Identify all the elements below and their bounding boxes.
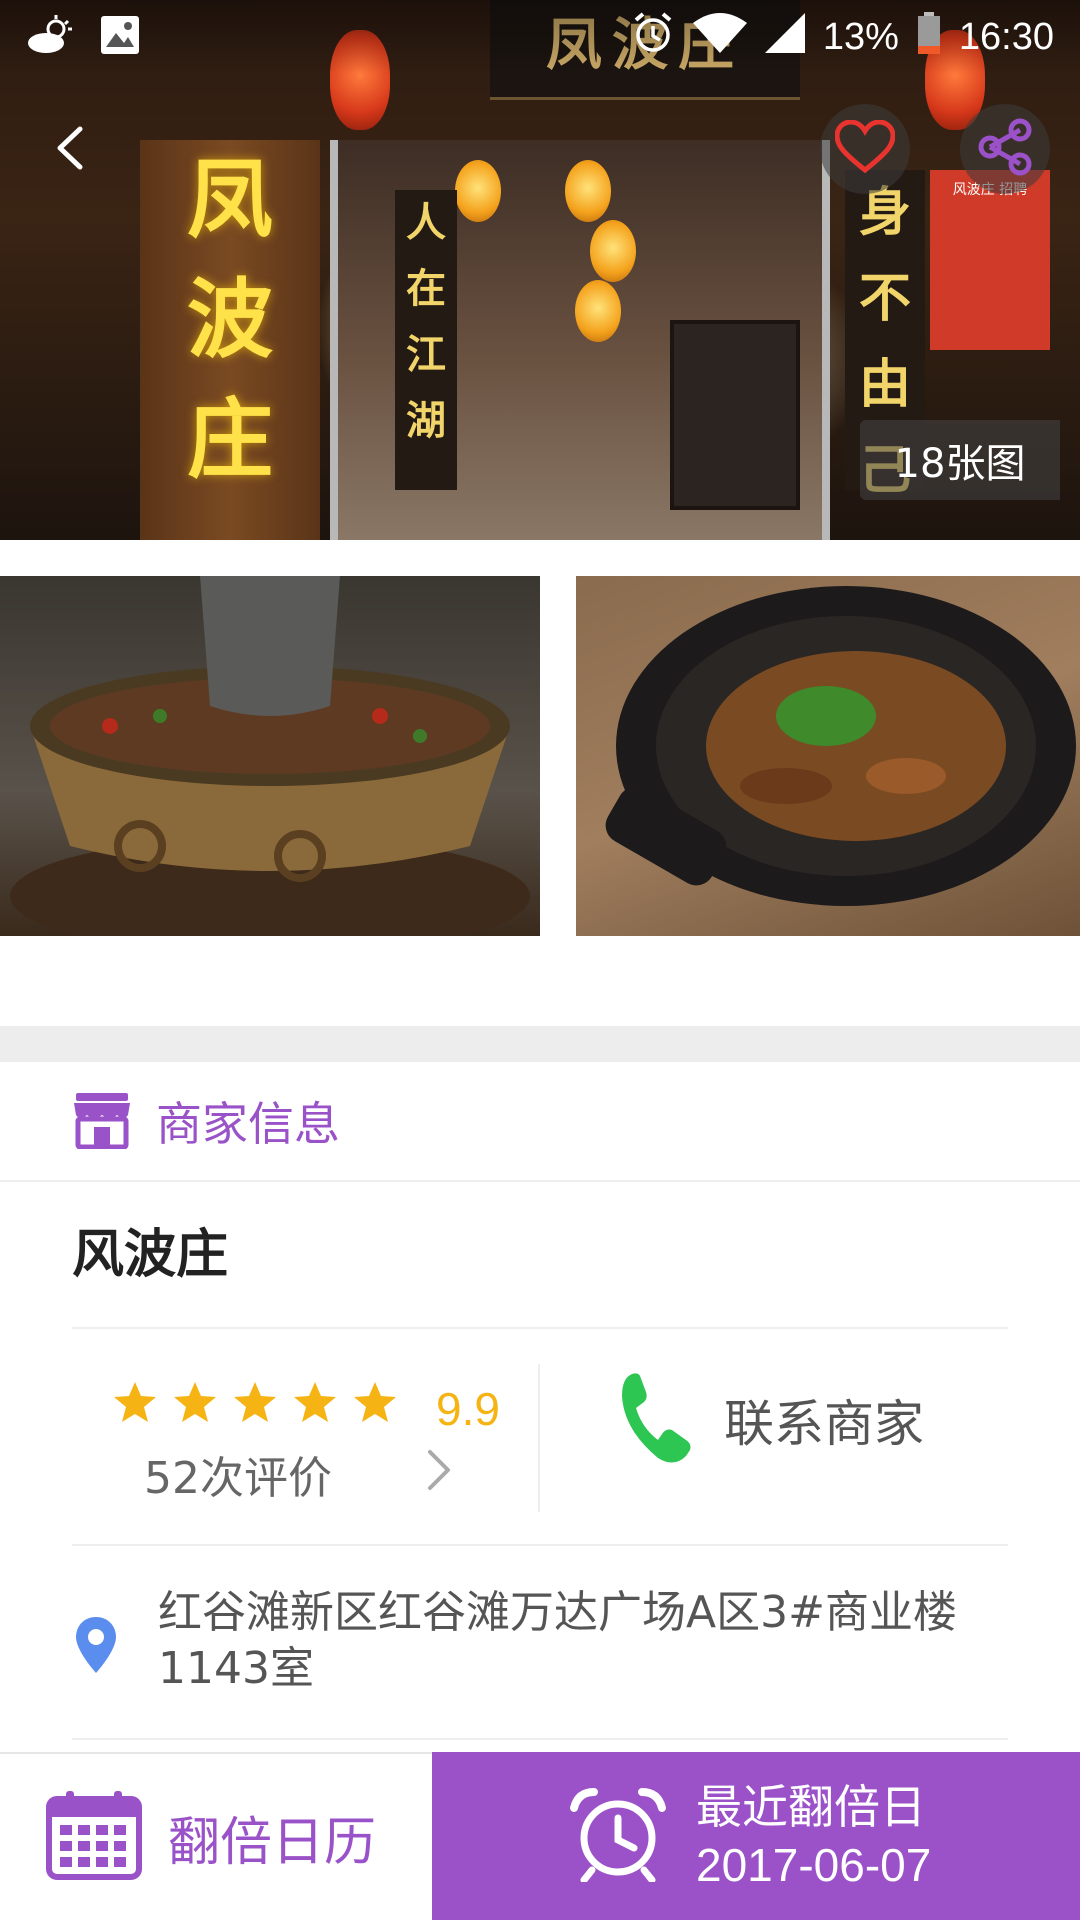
lantern-decoration	[590, 220, 636, 282]
recruit-poster: 风波庄 招聘	[930, 170, 1050, 350]
share-icon	[976, 118, 1034, 180]
double-calendar-button[interactable]: 翻倍日历	[0, 1752, 432, 1920]
star-icon	[352, 1380, 398, 1428]
review-count: 52次评价	[144, 1453, 332, 1504]
star-rating	[112, 1380, 398, 1428]
dish-gallery	[0, 576, 1080, 936]
shelf-decoration	[670, 320, 800, 510]
share-button[interactable]	[960, 104, 1050, 194]
pillar-char: 凤	[187, 149, 273, 250]
rating-score: 9.9	[436, 1383, 500, 1435]
divider	[72, 1738, 1008, 1740]
clock: 16:30	[958, 15, 1054, 58]
recent-double-day-info: 最近翻倍日 2017-06-07	[696, 1778, 931, 1894]
pillar-sign: 凤 波 庄	[140, 140, 320, 540]
merchant-info-header: 商家信息	[0, 1062, 1080, 1182]
lantern-decoration	[575, 280, 621, 342]
pillar-char: 波	[187, 269, 273, 370]
phone-icon	[618, 1370, 694, 1470]
recent-double-day-title: 最近翻倍日	[696, 1780, 926, 1834]
recent-double-day-button[interactable]: 最近翻倍日 2017-06-07	[432, 1752, 1080, 1920]
calendar-label: 翻倍日历	[168, 1812, 377, 1873]
section-title: 商家信息	[156, 1097, 340, 1151]
hero-image[interactable]: 凤波庄 凤 波 庄 人在江湖 身不由己 风波庄 招聘	[0, 0, 1080, 540]
divider	[72, 1544, 1008, 1546]
star-icon	[112, 1380, 158, 1428]
alarm-clock-icon	[568, 1786, 668, 1886]
star-icon	[232, 1380, 278, 1428]
bottom-action-bar: 翻倍日历 最近翻倍日 2017-06-07	[0, 1752, 1080, 1920]
lantern-decoration	[565, 160, 611, 222]
dish-photo-claypot[interactable]	[576, 576, 1080, 936]
heart-icon	[834, 119, 896, 178]
chevron-left-icon	[50, 123, 90, 177]
address-row[interactable]: 红谷滩新区红谷滩万达广场A区3#商业楼1143室	[72, 1585, 1008, 1697]
rating-summary[interactable]: 9.9 52次评价	[72, 1330, 540, 1510]
chevron-right-icon	[424, 1448, 454, 1496]
battery-icon	[917, 11, 941, 63]
divider	[72, 1327, 1008, 1329]
back-button[interactable]	[30, 110, 110, 190]
banner-left: 人在江湖	[395, 190, 457, 490]
store-icon	[72, 1089, 132, 1153]
location-pin-icon	[72, 1615, 120, 1697]
contact-merchant-label: 联系商家	[724, 1395, 924, 1453]
photo-count-badge[interactable]: 18张图	[860, 420, 1060, 500]
contact-merchant-button[interactable]: 联系商家	[540, 1330, 1008, 1510]
weather-cloudy-sun-icon	[26, 15, 74, 59]
battery-percent: 13%	[822, 15, 899, 58]
pillar-char: 庄	[187, 389, 273, 490]
section-divider	[0, 1026, 1080, 1062]
recent-double-day-date: 2017-06-07	[696, 1839, 932, 1891]
status-bar: 13% 16:30	[0, 0, 1080, 74]
signal-icon	[764, 12, 805, 62]
gallery-icon	[100, 15, 140, 59]
favorite-button[interactable]	[820, 104, 910, 194]
shop-name: 风波庄	[72, 1225, 229, 1285]
alarm-icon	[631, 11, 675, 64]
calendar-icon	[46, 1789, 142, 1885]
dish-photo-hotpot[interactable]	[0, 576, 540, 936]
star-icon	[292, 1380, 338, 1428]
address-text: 红谷滩新区红谷滩万达广场A区3#商业楼1143室	[158, 1587, 957, 1694]
lantern-decoration	[455, 160, 501, 222]
star-icon	[172, 1380, 218, 1428]
wifi-icon	[692, 12, 747, 62]
